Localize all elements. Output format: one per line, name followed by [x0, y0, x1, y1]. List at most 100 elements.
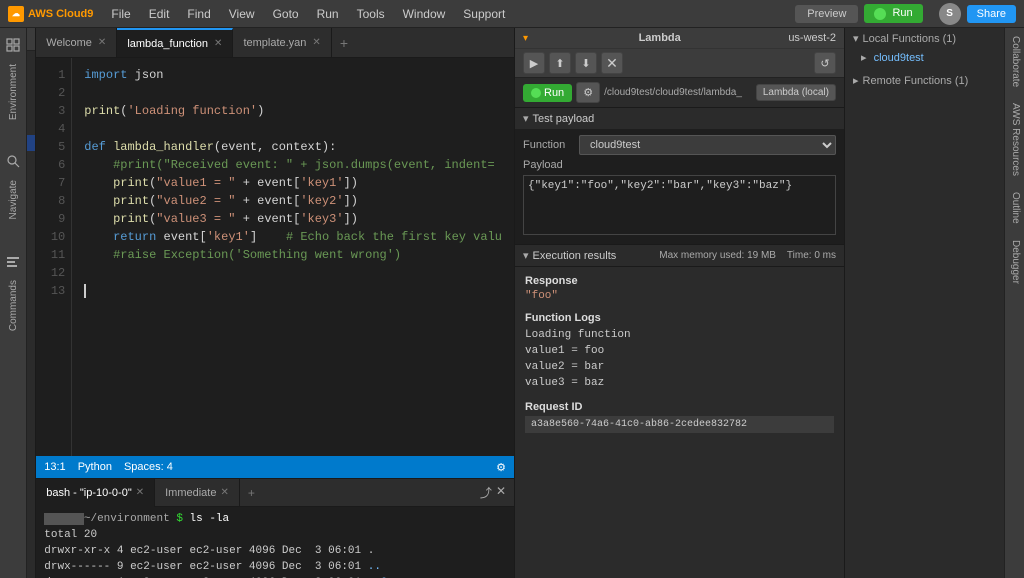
code-line-8: print("value2 = " + event['key2'])	[84, 192, 502, 210]
terminal-tab-close-bash[interactable]: ✕	[136, 487, 144, 498]
line-numbers: 12345 678910 111213	[36, 58, 72, 456]
editor-statusbar: 13:1 Python Spaces: 4 ⚙	[36, 456, 514, 478]
code-line-7: print("value1 = " + event['key1'])	[84, 174, 502, 192]
tab-lambda[interactable]: lambda_function ✕	[117, 28, 233, 58]
tree-item-cloud9test-sub[interactable]: ▾ 📁 cloud9test	[27, 87, 35, 103]
lambda-collapse-icon[interactable]: ▾	[523, 33, 528, 44]
lambda-local-badge[interactable]: Lambda (local)	[756, 84, 836, 101]
tab-close-template[interactable]: ✕	[312, 37, 320, 48]
editor-panel: Welcome ✕ lambda_function ✕ template.yan…	[36, 28, 514, 478]
config-button[interactable]: ⚙	[576, 82, 600, 103]
log-line-1: Loading function	[525, 327, 834, 343]
tree-item-readme[interactable]: ◆ README.md	[27, 167, 35, 183]
add-terminal-button[interactable]: +	[240, 486, 263, 500]
terminal-content[interactable]: ~/environment $ ls -la total 20 drwxr-xr…	[36, 507, 514, 578]
tab-close-lambda[interactable]: ✕	[214, 38, 222, 49]
left-sidebar: Environment Navigate Commands	[0, 28, 27, 578]
exec-meta: Max memory used: 19 MB Time: 0 ms	[659, 250, 836, 261]
app-logo: ☁ AWS Cloud9	[8, 6, 93, 22]
execution-results-body: Response "foo" Function Logs Loading fun…	[515, 267, 844, 441]
lambda-invoke-local-btn[interactable]: ▶	[523, 52, 545, 74]
menu-tools[interactable]: Tools	[349, 4, 393, 24]
tab-close-welcome[interactable]: ✕	[98, 37, 106, 48]
tree-item-template[interactable]: ◆ template.yaml	[27, 151, 35, 167]
test-payload-section: ▾ Test payload Function cloud9test Paylo…	[515, 108, 844, 245]
lambda-toolbar: ▶ ⬆ ⬇ ✕ ↺	[515, 48, 844, 77]
tree-item-lambda-function[interactable]: ◆ lambda_function.py	[27, 135, 35, 151]
term-line: ~/environment $ ls -la	[44, 511, 506, 527]
aws-resources-tab[interactable]: AWS Resources	[1005, 95, 1024, 184]
center-right-layout: Welcome ✕ lambda_function ✕ template.yan…	[36, 28, 1024, 578]
outline-tab[interactable]: Outline	[1005, 184, 1024, 232]
reqid-value: a3a8e560-74a6-41c0-ab86-2cedee832782	[525, 416, 834, 433]
preview-button[interactable]: Preview	[795, 5, 858, 23]
menu-goto[interactable]: Goto	[265, 4, 307, 24]
lambda-refresh-btn[interactable]: ↺	[814, 52, 836, 74]
share-button[interactable]: Share	[967, 5, 1016, 23]
share-area: S Share	[939, 3, 1016, 25]
lambda-delete-btn[interactable]: ✕	[601, 52, 623, 74]
environment-label: Environment	[8, 64, 19, 120]
function-logs: Loading function value1 = foo value2 = b…	[525, 327, 834, 391]
local-functions-title[interactable]: ▾ Local Functions (1)	[853, 32, 996, 45]
menu-find[interactable]: Find	[179, 4, 218, 24]
tree-item-c9[interactable]: ▸ 📁 c9	[27, 71, 35, 87]
add-tab-button[interactable]: +	[332, 35, 356, 51]
navigate-tab[interactable]	[0, 148, 26, 174]
execution-results-section: ▾ Execution results Max memory used: 19 …	[515, 245, 844, 578]
payload-label: Payload	[523, 159, 573, 171]
tab-welcome[interactable]: Welcome ✕	[36, 28, 117, 58]
aws-icon: ☁	[8, 6, 24, 22]
menu-run[interactable]: Run	[309, 4, 347, 24]
lambda-header: ▾ Lambda us-west-2	[515, 28, 844, 48]
main-layout: Environment Navigate Commands cloud9test…	[0, 28, 1024, 578]
remote-functions-title[interactable]: ▸ Remote Functions (1)	[853, 74, 996, 87]
terminal-tab-close-immediate[interactable]: ✕	[220, 487, 228, 498]
test-payload-header[interactable]: ▾ Test payload	[515, 108, 844, 129]
lambda-import-btn[interactable]: ⬇	[575, 52, 597, 74]
payload-function-row: Function cloud9test	[523, 135, 836, 155]
environment-tab[interactable]	[0, 32, 26, 58]
terminal-tab-bash[interactable]: bash - "ip-10-0-0" ✕	[36, 479, 155, 507]
debugger-tab[interactable]: Debugger	[1005, 232, 1024, 292]
run-button[interactable]: Run	[864, 4, 922, 22]
code-line-10: return event['key1'] # Echo back the fir…	[84, 228, 502, 246]
payload-payload-row: Payload	[523, 159, 836, 171]
collaborate-tab[interactable]: Collaborate	[1005, 28, 1024, 95]
menu-window[interactable]: Window	[395, 4, 454, 24]
close-terminal-icon[interactable]: ✕	[496, 484, 506, 501]
menu-view[interactable]: View	[221, 4, 263, 24]
code-line-5: def lambda_handler(event, context):	[84, 138, 502, 156]
menu-edit[interactable]: Edit	[141, 4, 178, 24]
tab-template[interactable]: template.yan ✕	[233, 28, 331, 58]
tree-item-lambda-payloads[interactable]: ◆ lambda-payloads.jsc	[27, 119, 35, 135]
navigate-label: Navigate	[8, 180, 19, 219]
settings-icon[interactable]: ⚙	[496, 461, 506, 474]
function-select[interactable]: cloud9test	[579, 135, 836, 155]
code-line-9: print("value3 = " + event['key3'])	[84, 210, 502, 228]
chevron-down-icon: ▾	[523, 249, 529, 262]
commands-tab[interactable]	[0, 248, 26, 274]
tree-item-cloud9test-inner[interactable]: ▾ 📁 cloud9test	[27, 103, 35, 119]
test-payload-body: Function cloud9test Payload {"key1":"foo…	[515, 129, 844, 244]
code-line-13	[84, 282, 502, 300]
terminal-tab-label: bash - "ip-10-0-0"	[46, 487, 131, 499]
code-line-11: #raise Exception('Something went wrong')	[84, 246, 502, 264]
popout-icon[interactable]: ⤴	[480, 484, 492, 501]
menu-file[interactable]: File	[103, 4, 138, 24]
response-value: "foo"	[525, 290, 834, 302]
run-lambda-button[interactable]: Run	[523, 84, 572, 102]
terminal-tab-immediate[interactable]: Immediate ✕	[155, 479, 240, 507]
code-editor[interactable]: import json print('Loading function') de…	[72, 58, 514, 456]
code-line-3: print('Loading function')	[84, 102, 502, 120]
payload-textarea[interactable]: {"key1":"foo","key2":"bar","key3":"baz"}	[523, 175, 836, 235]
code-line-2	[84, 84, 502, 102]
menu-support[interactable]: Support	[455, 4, 513, 24]
test-payload-label: Test payload	[533, 113, 595, 125]
local-function-item[interactable]: ▸ cloud9test	[853, 49, 996, 66]
lambda-deploy-btn[interactable]: ⬆	[549, 52, 571, 74]
tree-item-cloud9test[interactable]: ▾ 📁 cloud9test	[27, 55, 35, 71]
term-line: drwxr-xr-x 4 ec2-user ec2-user 4096 Dec …	[44, 543, 506, 559]
run-section: Run ⚙ /cloud9test/cloud9test/lambda_ Lam…	[515, 78, 844, 108]
terminal-actions: ⤴ ✕	[480, 484, 514, 501]
